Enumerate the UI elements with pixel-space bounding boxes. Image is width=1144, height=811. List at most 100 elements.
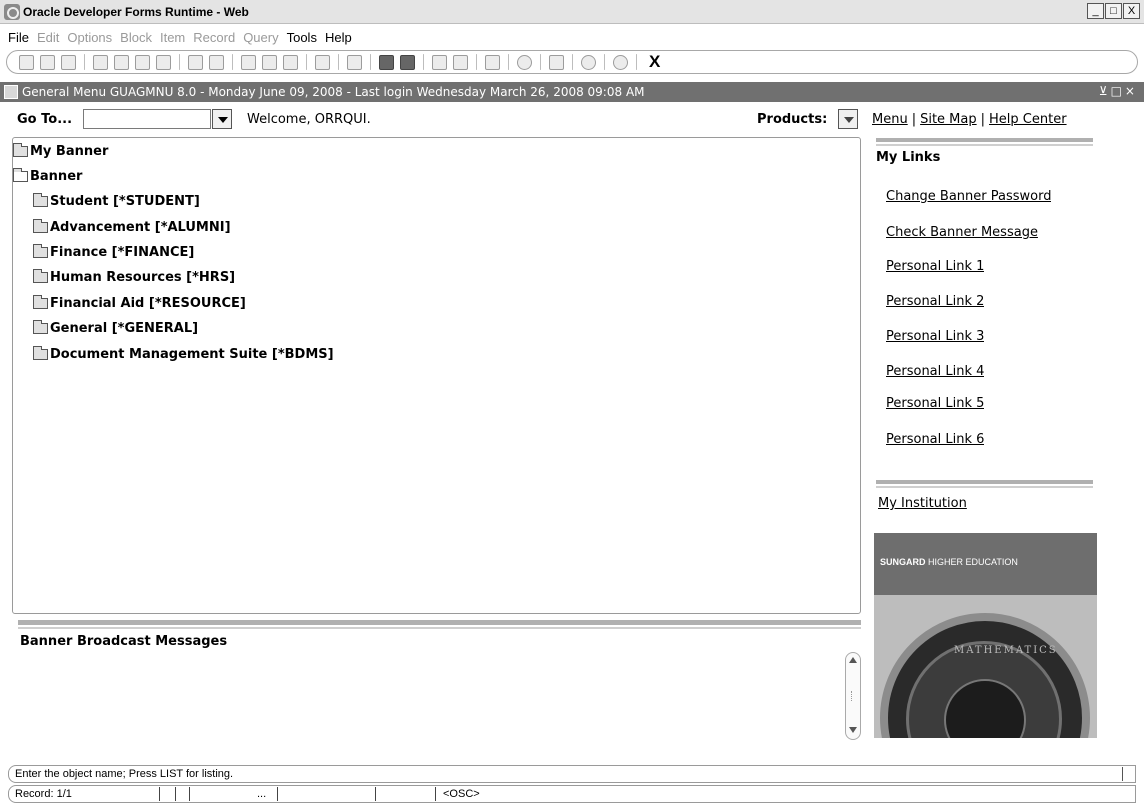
scroll-thumb[interactable]: [851, 691, 855, 701]
maximize-button[interactable]: □: [1105, 3, 1122, 19]
institution-divider: [876, 480, 1093, 484]
toolbar: X: [6, 50, 1138, 74]
execute-query-icon[interactable]: [262, 54, 277, 70]
export-icon[interactable]: [400, 54, 415, 70]
my-links-divider-light: [876, 144, 1093, 146]
cancel-query-icon[interactable]: [283, 54, 298, 70]
window-controls: _ □ X: [1086, 3, 1140, 19]
scroll-up-icon[interactable]: [849, 657, 857, 663]
print-icon[interactable]: [61, 54, 76, 70]
arch-engraving: MATHEMATICS: [954, 645, 1058, 656]
menu-options[interactable]: Options: [67, 30, 112, 45]
toolbar-separator: [508, 54, 509, 70]
personal-link-2[interactable]: Personal Link 2: [886, 294, 984, 309]
folder-icon: [33, 320, 48, 334]
previous-block-icon[interactable]: [93, 54, 108, 70]
tree-node-human-resources[interactable]: Human Resources [*HRS]: [33, 269, 236, 285]
menu-help[interactable]: Help: [325, 30, 352, 45]
scroll-down-icon[interactable]: [849, 727, 857, 733]
tree-node-my-banner[interactable]: My Banner: [13, 143, 108, 159]
goto-label: Go To...: [17, 112, 73, 127]
tree-node-financial-aid[interactable]: Financial Aid [*RESOURCE]: [33, 295, 246, 311]
check-message-link[interactable]: Check Banner Message: [886, 225, 1052, 240]
toolbar-separator: [636, 54, 637, 70]
next-block-icon[interactable]: [156, 54, 171, 70]
exit-button[interactable]: X: [649, 52, 660, 72]
workflow-icon[interactable]: [453, 54, 468, 70]
status-separator: [277, 787, 278, 801]
menu-edit[interactable]: Edit: [37, 30, 59, 45]
tree-node-label: Finance [*FINANCE]: [50, 245, 195, 260]
close-button[interactable]: X: [1123, 3, 1140, 19]
globe-icon[interactable]: [517, 54, 532, 70]
tree-node-document-management[interactable]: Document Management Suite [*BDMS]: [33, 346, 334, 362]
toolbar-separator: [540, 54, 541, 70]
goto-input[interactable]: [83, 109, 211, 129]
extract-icon[interactable]: [379, 54, 394, 70]
personal-link-1[interactable]: Personal Link 1: [886, 259, 984, 274]
tree-node-banner[interactable]: Banner: [13, 168, 83, 184]
form-window-controls[interactable]: ⊻□×: [1099, 84, 1138, 98]
toolbar-separator: [306, 54, 307, 70]
sungard-banner: SUNGARD HIGHER EDUCATION: [874, 533, 1097, 595]
menu-record[interactable]: Record: [193, 30, 235, 45]
personal-link-3[interactable]: Personal Link 3: [886, 329, 984, 344]
folder-icon: [33, 269, 48, 283]
help-icon[interactable]: [581, 54, 596, 70]
speaker-icon[interactable]: [485, 54, 500, 70]
lightbulb-icon[interactable]: [613, 54, 628, 70]
tree-node-advancement[interactable]: Advancement [*ALUMNI]: [33, 219, 231, 235]
menu-tree: My Banner Banner Student [*STUDENT] Adva…: [12, 137, 861, 614]
next-record-icon[interactable]: [135, 54, 150, 70]
window-title: Oracle Developer Forms Runtime - Web: [23, 4, 249, 19]
toolbar-separator: [179, 54, 180, 70]
options-icon[interactable]: [432, 54, 447, 70]
menu-tools[interactable]: Tools: [287, 30, 317, 45]
record-status-bar: Record: 1/1 ... <OSC>: [8, 785, 1136, 803]
toolbar-separator: [604, 54, 605, 70]
previous-record-icon[interactable]: [114, 54, 129, 70]
change-password-link[interactable]: Change Banner Password: [886, 189, 1051, 204]
tree-node-label: Banner: [30, 169, 83, 184]
tree-node-student[interactable]: Student [*STUDENT]: [33, 193, 200, 209]
tree-node-label: Human Resources [*HRS]: [50, 270, 236, 285]
tree-node-general[interactable]: General [*GENERAL]: [33, 320, 198, 336]
enter-query-icon[interactable]: [241, 54, 256, 70]
menu-query[interactable]: Query: [243, 30, 278, 45]
personal-link-4[interactable]: Personal Link 4: [886, 364, 984, 379]
rollback-icon[interactable]: [40, 54, 55, 70]
broadcast-divider: [18, 620, 861, 625]
menu-link[interactable]: Menu: [872, 112, 908, 127]
remove-record-icon[interactable]: [209, 54, 224, 70]
menu-file[interactable]: File: [8, 30, 29, 45]
products-dropdown-button[interactable]: [838, 109, 858, 129]
help-center-link[interactable]: Help Center: [989, 112, 1067, 127]
application-window: Oracle Developer Forms Runtime - Web _ □…: [0, 0, 1144, 811]
personal-link-5[interactable]: Personal Link 5: [886, 396, 984, 411]
insert-record-icon[interactable]: [188, 54, 203, 70]
status-separator: [175, 787, 176, 801]
save-icon[interactable]: [19, 54, 34, 70]
goto-dropdown-button[interactable]: [212, 109, 232, 129]
menu-block[interactable]: Block: [120, 30, 152, 45]
print-form-icon[interactable]: [347, 54, 362, 70]
menu-item[interactable]: Item: [160, 30, 185, 45]
document-icon[interactable]: [549, 54, 564, 70]
my-institution-link[interactable]: My Institution: [878, 496, 967, 511]
my-links-divider: [876, 138, 1093, 142]
broadcast-scrollbar[interactable]: [845, 652, 861, 740]
toolbar-separator: [476, 54, 477, 70]
institution-image: SUNGARD HIGHER EDUCATION MATHEMATICS: [874, 533, 1097, 738]
toolbar-separator: [84, 54, 85, 70]
folder-icon: [13, 143, 28, 157]
status-ellipsis: ...: [257, 788, 267, 800]
status-message: Enter the object name; Press LIST for li…: [15, 768, 234, 780]
minimize-button[interactable]: _: [1087, 3, 1104, 19]
personal-link-6[interactable]: Personal Link 6: [886, 432, 984, 447]
site-map-link[interactable]: Site Map: [920, 112, 977, 127]
toolbar-separator: [338, 54, 339, 70]
list-values-icon[interactable]: [315, 54, 330, 70]
tree-node-finance[interactable]: Finance [*FINANCE]: [33, 244, 195, 260]
oracle-app-icon: [4, 3, 20, 20]
top-links: Menu | Site Map | Help Center: [872, 112, 1067, 127]
